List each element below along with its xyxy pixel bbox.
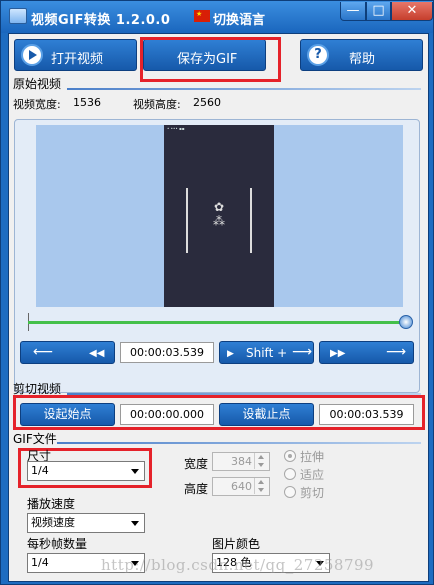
set-end-button[interactable]: 设截止点 — [219, 403, 314, 426]
watermark: http://blog.csdn.net/qq_27258799 — [101, 556, 375, 574]
open-video-button[interactable]: 打开视频 — [14, 39, 137, 71]
title-bar[interactable]: 视频GIF转换 1.2.0.0 ★ 切换语言 — □ ✕ — [1, 1, 433, 33]
color-label: 图片颜色 — [212, 537, 261, 551]
arrow-left-icon: ⟵ — [33, 344, 54, 360]
client-area: 打开视频 保存为GIF ? 帮助 原始视频 视频宽度: 1536 视频高度: 2… — [8, 33, 429, 582]
video-preview: • ••• ▪▪ ✿ ⁂ — [36, 125, 403, 307]
help-button[interactable]: ? 帮助 — [300, 39, 423, 71]
highlight-save — [140, 37, 281, 82]
scale-stretch-label: 拉伸 — [300, 450, 325, 464]
scale-fit-radio[interactable] — [284, 468, 296, 480]
section-divider — [67, 88, 421, 90]
switch-language-button[interactable]: 切换语言 — [213, 9, 265, 28]
spin-down-icon[interactable] — [254, 486, 268, 494]
arrow-right-icon: ⟶ — [292, 344, 313, 360]
width-label: 宽度 — [184, 457, 209, 471]
position-slider-thumb[interactable] — [399, 315, 413, 329]
app-icon — [9, 8, 27, 24]
end-time-display: 00:00:03.539 — [319, 404, 414, 425]
spin-down-icon[interactable] — [254, 461, 268, 469]
set-start-button[interactable]: 设起始点 — [20, 403, 115, 426]
fast-forward-icon: ▶▶ — [330, 348, 346, 359]
step-forward-button[interactable]: ▶▶ ⟶ — [319, 341, 414, 364]
phone-status-bar: • ••• ▪▪ — [167, 126, 185, 131]
frame-bracket-right — [250, 188, 252, 253]
height-spinner[interactable]: 640 — [212, 477, 270, 496]
video-width-value: 1536 — [73, 96, 101, 109]
original-video-title: 原始视频 — [13, 77, 62, 91]
scale-crop-label: 剪切 — [300, 486, 325, 500]
rewind-icon: ◀◀ — [89, 348, 105, 359]
gif-file-title: GIF文件 — [13, 432, 57, 446]
scale-stretch-radio[interactable] — [284, 450, 296, 462]
minimize-button[interactable]: — — [340, 2, 366, 21]
help-icon: ? — [307, 44, 329, 66]
size-dropdown[interactable]: 1/4 — [27, 461, 145, 481]
current-time-display: 00:00:03.539 — [120, 342, 214, 363]
china-flag-icon[interactable]: ★ — [194, 10, 210, 22]
app-logo-mark: ✿ ⁂ — [213, 200, 225, 228]
play-icon — [21, 44, 43, 66]
spin-up-icon[interactable] — [254, 478, 268, 486]
video-width-label: 视频宽度: — [13, 98, 61, 111]
arrow-right-icon: ⟶ — [386, 344, 407, 360]
play-small-icon: ▶ — [227, 349, 234, 359]
start-time-display: 00:00:00.000 — [120, 404, 214, 425]
width-spinner[interactable]: 384 — [212, 452, 270, 471]
step-back-button[interactable]: ⟵ ◀◀ — [20, 341, 115, 364]
section-divider — [57, 442, 421, 444]
video-height-label: 视频高度: — [133, 98, 181, 111]
scale-crop-radio[interactable] — [284, 486, 296, 498]
main-window: 视频GIF转换 1.2.0.0 ★ 切换语言 — □ ✕ 打开视频 保存为GIF… — [0, 0, 434, 585]
scale-fit-label: 适应 — [300, 468, 325, 482]
position-slider-track[interactable] — [28, 321, 408, 324]
height-label: 高度 — [184, 482, 209, 496]
shift-forward-button[interactable]: ▶ Shift + ⟶ — [219, 341, 314, 364]
speed-label: 播放速度 — [27, 497, 76, 511]
spin-up-icon[interactable] — [254, 453, 268, 461]
chevron-down-icon — [131, 521, 139, 526]
chevron-down-icon — [131, 469, 139, 474]
video-frame-image: • ••• ▪▪ ✿ ⁂ — [164, 125, 274, 307]
maximize-button[interactable]: □ — [366, 2, 391, 21]
frame-bracket-left — [186, 188, 188, 253]
close-button[interactable]: ✕ — [391, 2, 433, 21]
window-title: 视频GIF转换 1.2.0.0 — [31, 13, 171, 28]
fps-label: 每秒帧数量 — [27, 537, 88, 551]
video-height-value: 2560 — [193, 96, 221, 109]
speed-dropdown[interactable]: 视频速度 — [27, 513, 145, 533]
